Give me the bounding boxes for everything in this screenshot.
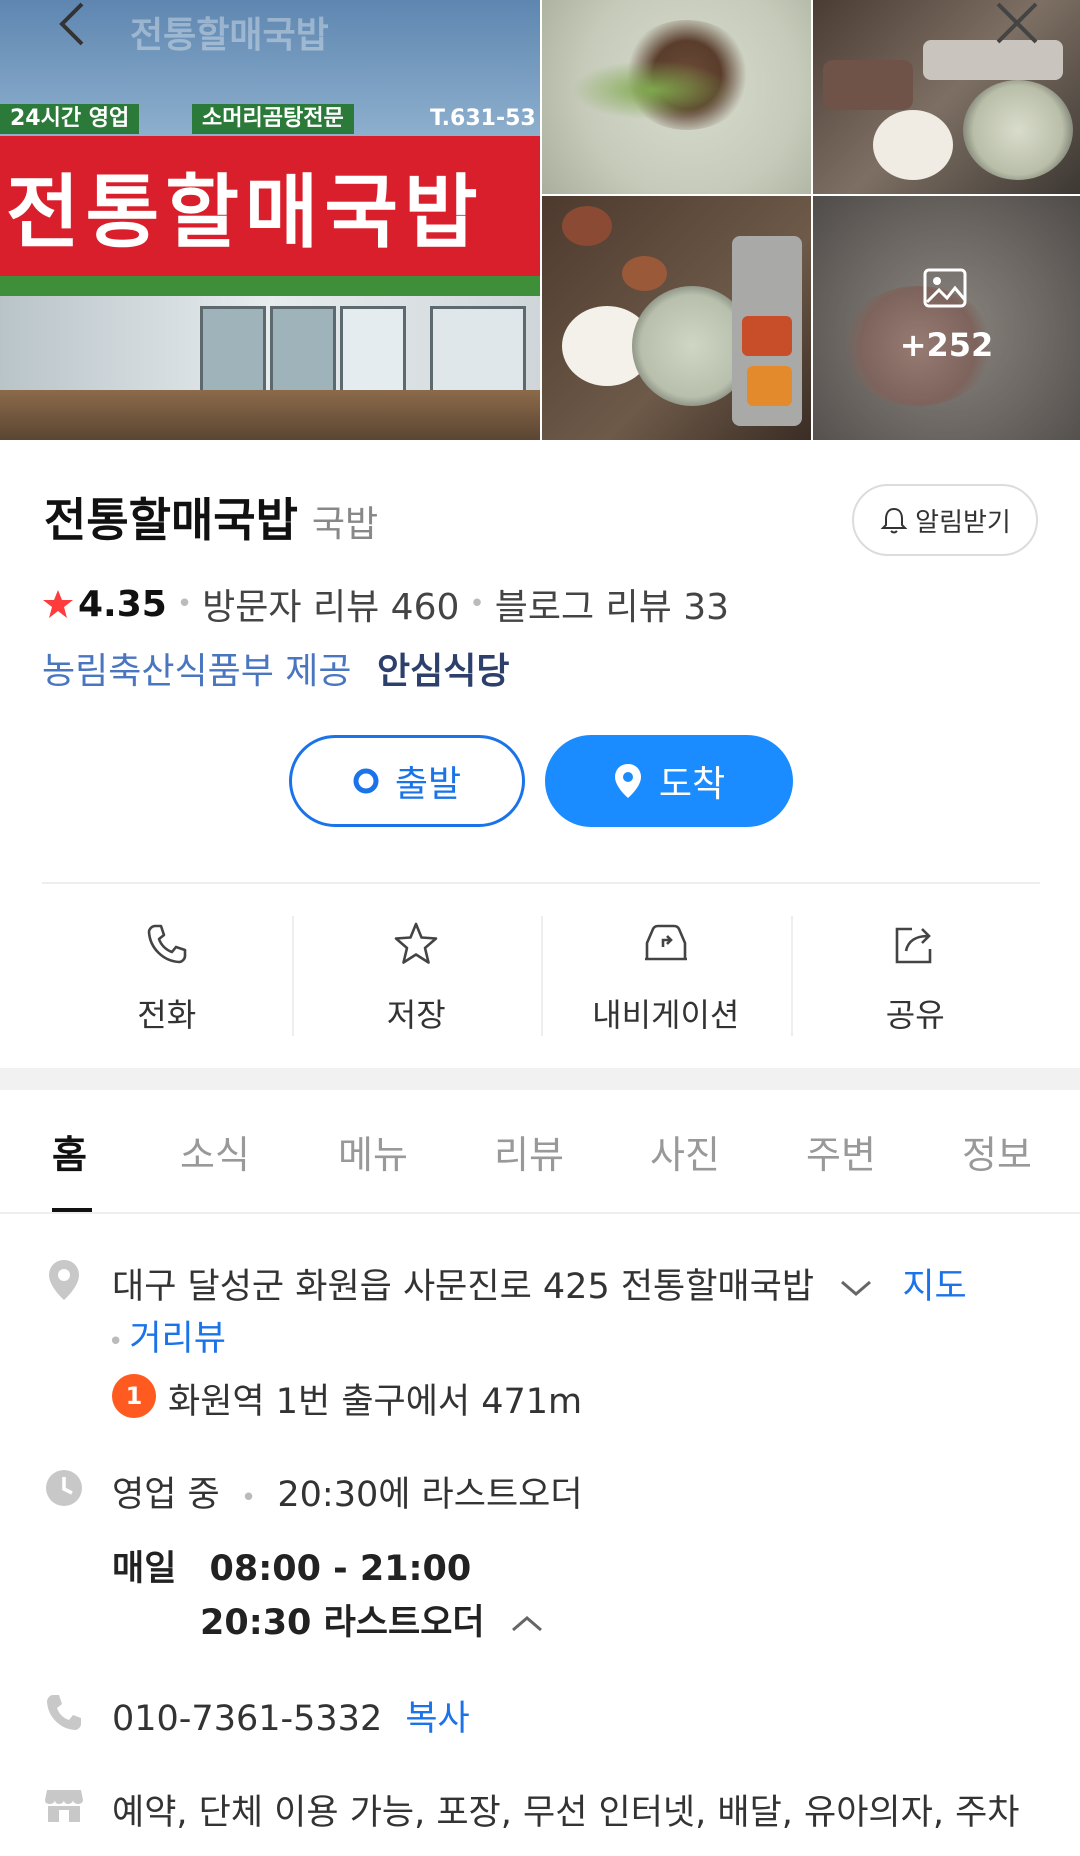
- header-title-ghost: 전통할매국밥: [130, 15, 329, 56]
- tab-news[interactable]: 소식: [180, 1124, 250, 1179]
- daily-hours-row: 매일 08:00 - 21:00: [112, 1540, 471, 1591]
- arrive-button[interactable]: 도착: [545, 735, 793, 827]
- tab-bar: 홈 소식 메뉴 리뷰 사진 주변 정보: [0, 1090, 1080, 1214]
- phone-number[interactable]: 010-7361-5332: [112, 1699, 382, 1739]
- last-order-note: 20:30에 라스트오더: [277, 1475, 583, 1515]
- active-tab-indicator: [52, 1208, 92, 1212]
- address-row: 대구 달성군 화원읍 사문진로 425 전통할매국밥 지도: [112, 1258, 967, 1309]
- action-bar: 전화 저장 내비게이션 공유: [42, 916, 1040, 1036]
- place-category: 국밥: [311, 504, 379, 545]
- arrive-label: 도착: [658, 764, 726, 805]
- phone-icon: [147, 924, 187, 964]
- tab-menu[interactable]: 메뉴: [338, 1124, 408, 1179]
- call-action[interactable]: 전화: [42, 916, 292, 1036]
- visitor-reviews-link[interactable]: 방문자 리뷰 460: [202, 578, 459, 630]
- hours-range: 08:00 - 21:00: [209, 1549, 472, 1589]
- more-photos-count: +252: [899, 326, 994, 364]
- navigation-label: 내비게이션: [592, 996, 740, 1034]
- street-view-link[interactable]: 거리뷰: [129, 1319, 226, 1359]
- rating-row: 4.35 • 방문자 리뷰 460 • 블로그 리뷰 33: [42, 578, 729, 630]
- store-icon: [45, 1790, 83, 1822]
- blog-reviews-link[interactable]: 블로그 리뷰 33: [495, 578, 729, 630]
- share-action[interactable]: 공유: [790, 916, 1041, 1036]
- street-view-row: • 거리뷰: [108, 1319, 226, 1359]
- hours-status-row[interactable]: 영업 중 • 20:30에 라스트오더: [112, 1466, 583, 1517]
- copy-phone-link[interactable]: 복사: [405, 1699, 469, 1739]
- star-rating-icon: [43, 590, 73, 618]
- star-icon: [394, 922, 438, 964]
- notify-label: 알림받기: [915, 507, 1011, 538]
- station-distance: 화원역 1번 출구에서 471m: [168, 1382, 583, 1422]
- save-action[interactable]: 저장: [291, 916, 542, 1036]
- section-separator: [0, 1068, 1080, 1090]
- clock-icon: [46, 1470, 82, 1506]
- certification-row[interactable]: 농림축산식품부 제공 안심식당: [42, 642, 509, 694]
- day-label: 매일: [112, 1549, 177, 1589]
- chevron-down-icon[interactable]: [839, 1278, 873, 1298]
- origin-dot-icon: [353, 768, 379, 794]
- open-status: 영업 중: [112, 1475, 220, 1515]
- subway-line-badge: 1: [112, 1374, 156, 1418]
- tab-home[interactable]: 홈: [52, 1124, 87, 1179]
- location-icon: [49, 1260, 79, 1300]
- divider: [42, 882, 1040, 884]
- notify-button[interactable]: 알림받기: [852, 484, 1038, 556]
- depart-button[interactable]: 출발: [289, 735, 525, 827]
- bell-icon: [880, 507, 908, 534]
- sign-main-text: 전통할매국밥: [6, 166, 484, 259]
- photo-gallery[interactable]: 전통할매국밥 24시간 영업 소머리곰탕전문 T.631-53 전통할매국밥 +…: [0, 0, 1080, 440]
- place-name: 전통할매국밥: [44, 493, 298, 547]
- sign-phone-tag: T.631-53: [430, 106, 536, 131]
- rating-value: 4.35: [78, 583, 167, 625]
- car-navigation-icon: [644, 924, 687, 961]
- tab-reviews[interactable]: 리뷰: [494, 1124, 564, 1179]
- last-order-row[interactable]: 20:30 라스트오더: [200, 1594, 544, 1645]
- amenities-text: 예약, 단체 이용 가능, 포장, 무선 인터넷, 배달, 유아의자, 주차: [112, 1793, 1020, 1833]
- share-label: 공유: [885, 996, 945, 1034]
- location-pin-icon: [614, 764, 641, 798]
- navigation-action[interactable]: 내비게이션: [541, 916, 791, 1036]
- tab-photos[interactable]: 사진: [650, 1124, 720, 1179]
- sign-specialty-tag: 소머리곰탕전문: [192, 104, 354, 134]
- phone-info-icon: [47, 1695, 81, 1730]
- close-icon[interactable]: [990, 2, 1040, 52]
- address-text: 대구 달성군 화원읍 사문진로 425 전통할매국밥: [112, 1267, 815, 1307]
- tab-nearby[interactable]: 주변: [806, 1124, 876, 1179]
- cert-provider: 농림축산식품부 제공: [42, 651, 352, 692]
- food-photo-more[interactable]: +252: [813, 196, 1080, 440]
- food-photo-soup[interactable]: [542, 0, 811, 194]
- image-icon: [923, 268, 967, 308]
- share-icon: [895, 927, 932, 964]
- phone-row: 010-7361-5332 복사: [112, 1690, 470, 1741]
- chevron-up-icon[interactable]: [510, 1614, 544, 1634]
- last-order-time: 20:30 라스트오더: [200, 1603, 485, 1643]
- depart-label: 출발: [394, 764, 462, 805]
- call-label: 전화: [137, 996, 197, 1034]
- tab-info[interactable]: 정보: [962, 1124, 1032, 1179]
- storefront-photo[interactable]: 전통할매국밥 24시간 영업 소머리곰탕전문 T.631-53 전통할매국밥: [0, 0, 540, 440]
- sign-hours-tag: 24시간 영업: [0, 104, 140, 134]
- save-label: 저장: [386, 996, 446, 1034]
- safe-restaurant-badge: 안심식당: [376, 651, 510, 692]
- food-photo-meal-set[interactable]: [542, 196, 811, 440]
- back-arrow-icon[interactable]: [48, 2, 98, 52]
- place-title-row: 전통할매국밥 국밥: [44, 484, 378, 550]
- map-link[interactable]: 지도: [902, 1267, 966, 1307]
